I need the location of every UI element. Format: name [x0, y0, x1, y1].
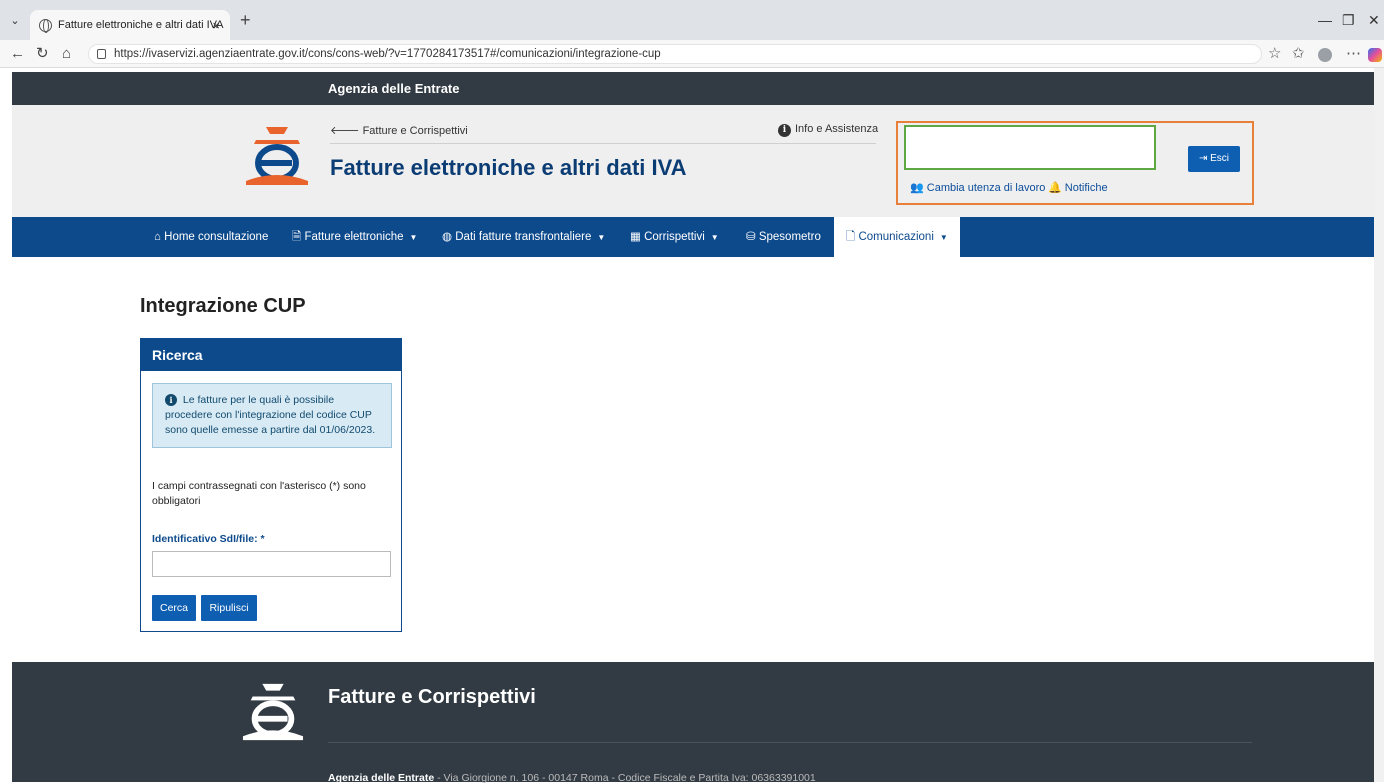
ricerca-panel: Ricerca i Le fatture per le quali è poss… [140, 338, 402, 632]
profile-avatar-icon[interactable] [1318, 48, 1332, 62]
back-to-fatture-link[interactable]: 🡐 Fatture e Corrispettivi [330, 123, 468, 137]
caret-down-icon: ▼ [409, 233, 418, 242]
nav-dati-fatture-transfrontaliere[interactable]: ◍ Dati fatture transfrontaliere ▼ [442, 217, 605, 257]
restore-icon[interactable]: ❐ [1342, 12, 1355, 29]
info-icon: i [778, 124, 791, 137]
url-bar[interactable]: https://ivaservizi.agenziaentrate.gov.it… [88, 44, 1262, 64]
new-tab-icon[interactable]: + [240, 11, 251, 29]
tab-title: Fatture elettroniche e altri dati IVA [58, 19, 224, 31]
notifiche-link[interactable]: 🔔 Notifiche [1048, 181, 1108, 194]
arrow-left-icon: 🡐 [330, 125, 363, 137]
home-icon: ⌂ [154, 231, 161, 243]
panel-title: Ricerca [141, 339, 401, 371]
home-icon[interactable]: ⌂ [62, 45, 71, 63]
user-area: ⇥ Esci 👥 Cambia utenza di lavoro 🔔 Notif… [896, 121, 1254, 205]
main-nav: ⌂ Home consultazione 🗎 Fatture elettroni… [12, 217, 1374, 257]
footer-divider [328, 742, 1252, 743]
file-icon: 🗋 [846, 231, 856, 243]
nav-fatture-elettroniche[interactable]: 🗎 Fatture elettroniche ▼ [292, 217, 417, 257]
esci-button[interactable]: ⇥ Esci [1188, 146, 1240, 172]
users-icon: 👥 [910, 182, 924, 194]
close-window-icon[interactable]: ✕ [1368, 12, 1380, 29]
bell-icon: 🔔 [1048, 182, 1062, 194]
browser-tab[interactable]: Fatture elettroniche e altri dati IVA × [30, 10, 230, 40]
globe-icon [39, 19, 52, 33]
browser-tabbar: ⌄ Fatture elettroniche e altri dati IVA … [0, 0, 1384, 40]
lock-icon [97, 49, 106, 59]
url-text: https://ivaservizi.agenziaentrate.gov.it… [114, 48, 661, 60]
agency-brand[interactable]: Agenzia delle Entrate [328, 81, 459, 96]
user-info-box [904, 125, 1156, 170]
cerca-button[interactable]: Cerca [152, 595, 196, 621]
tab-close-icon[interactable]: × [212, 18, 220, 33]
briefcase-icon: ⛁ [746, 231, 756, 243]
copilot-icon[interactable] [1368, 48, 1382, 62]
nav-corrispettivi[interactable]: ▦ Corrispettivi ▼ [630, 217, 719, 257]
caret-down-icon: ▼ [597, 233, 606, 242]
required-note: I campi contrassegnati con l'asterisco (… [152, 480, 366, 507]
identificativo-input[interactable] [152, 551, 391, 577]
page-title: Integrazione CUP [140, 295, 306, 317]
info-icon: i [165, 394, 177, 406]
caret-down-icon: ▼ [710, 233, 719, 242]
alert-text: Le fatture per le quali è possibile proc… [165, 394, 376, 436]
back-arrow-icon[interactable]: ← [10, 45, 25, 63]
site-header: 🡐 Fatture e Corrispettivi i Info e Assist… [12, 105, 1374, 217]
favorites-list-icon[interactable]: ✩ [1292, 44, 1305, 62]
header-divider [330, 143, 876, 144]
info-alert: i Le fatture per le quali è possibile pr… [152, 383, 392, 448]
agenzia-logo-icon [246, 127, 308, 185]
site-footer: Fatture e Corrispettivi Agenzia delle En… [12, 662, 1374, 784]
favorite-star-icon[interactable]: ☆ [1268, 44, 1281, 62]
page-scrollbar[interactable] [1374, 68, 1384, 782]
cambia-utenza-link[interactable]: 👥 Cambia utenza di lavoro [910, 181, 1045, 194]
agenzia-logo-white-icon [242, 683, 304, 741]
nav-spesometro[interactable]: ⛁ Spesometro [746, 217, 821, 257]
more-menu-icon[interactable]: ⋯ [1346, 44, 1361, 62]
tab-list-chevron-icon[interactable]: ⌄ [8, 14, 22, 28]
nav-comunicazioni[interactable]: 🗋 Comunicazioni ▼ [834, 217, 960, 257]
reload-icon[interactable]: ↻ [36, 45, 49, 63]
calculator-icon: ▦ [630, 231, 641, 243]
identificativo-label: Identificativo SdI/file: * [152, 533, 265, 545]
site-top-bar: Agenzia delle Entrate [12, 72, 1374, 105]
address-row: ← ↻ ⌂ https://ivaservizi.agenziaentrate.… [0, 40, 1384, 68]
logout-icon: ⇥ [1198, 153, 1211, 164]
ripulisci-button[interactable]: Ripulisci [201, 595, 257, 621]
app-title: Fatture elettroniche e altri dati IVA [330, 155, 687, 180]
info-assistenza-link[interactable]: i Info e Assistenza [778, 123, 878, 137]
globe-icon: ◍ [442, 231, 453, 243]
nav-home-consultazione[interactable]: ⌂ Home consultazione [154, 217, 268, 257]
document-icon: 🗎 [292, 231, 302, 243]
footer-address: Agenzia delle Entrate - Via Giorgione n.… [328, 772, 816, 784]
minimize-icon[interactable]: — [1318, 12, 1332, 28]
caret-down-icon: ▼ [939, 233, 948, 242]
footer-title: Fatture e Corrispettivi [328, 686, 536, 708]
